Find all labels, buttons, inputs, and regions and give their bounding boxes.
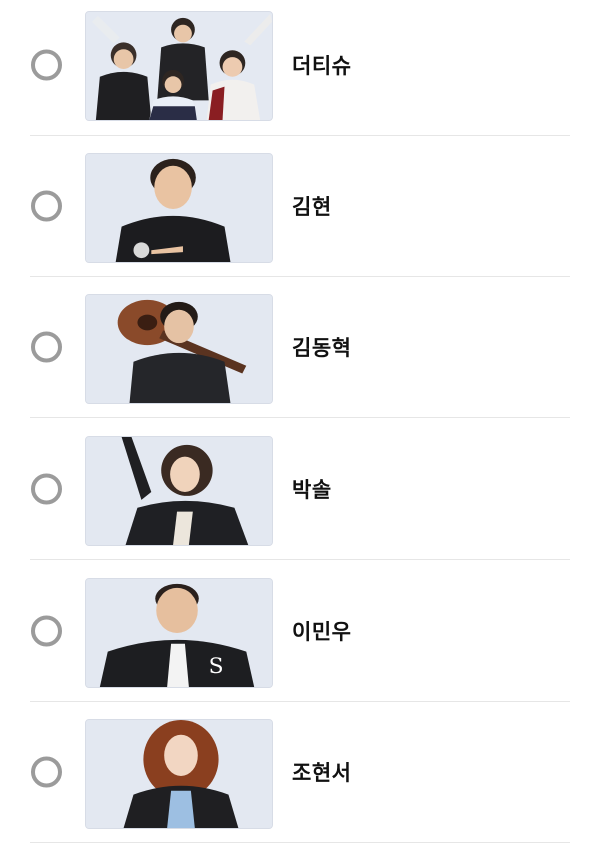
- radio-button[interactable]: [31, 331, 62, 363]
- option-label: 이민우: [292, 620, 352, 644]
- option-label: 김동혁: [292, 336, 352, 360]
- radio-button[interactable]: [31, 615, 62, 647]
- portrait-photo: [85, 436, 273, 546]
- option-label: 박솔: [292, 478, 332, 502]
- option-label: 조현서: [292, 761, 352, 785]
- list-item[interactable]: 박솔: [30, 419, 570, 560]
- group-photo: [85, 11, 273, 121]
- list-item[interactable]: 더티슈: [30, 0, 570, 136]
- radio-button[interactable]: [31, 473, 62, 505]
- radio-button[interactable]: [31, 190, 62, 222]
- list-item[interactable]: S 이민우: [30, 561, 570, 702]
- list-item[interactable]: 김동혁: [30, 277, 570, 418]
- option-label: 김현: [292, 195, 332, 219]
- radio-button[interactable]: [31, 756, 62, 788]
- portrait-photo-guitar: [85, 294, 273, 404]
- portrait-photo: [85, 719, 273, 829]
- list-item[interactable]: 김현: [30, 136, 570, 277]
- svg-text:S: S: [209, 654, 224, 679]
- portrait-photo: S: [85, 578, 273, 688]
- radio-button[interactable]: [31, 49, 62, 81]
- list-item[interactable]: 조현서: [30, 702, 570, 843]
- portrait-photo: [85, 153, 273, 263]
- option-label: 더티슈: [292, 54, 352, 78]
